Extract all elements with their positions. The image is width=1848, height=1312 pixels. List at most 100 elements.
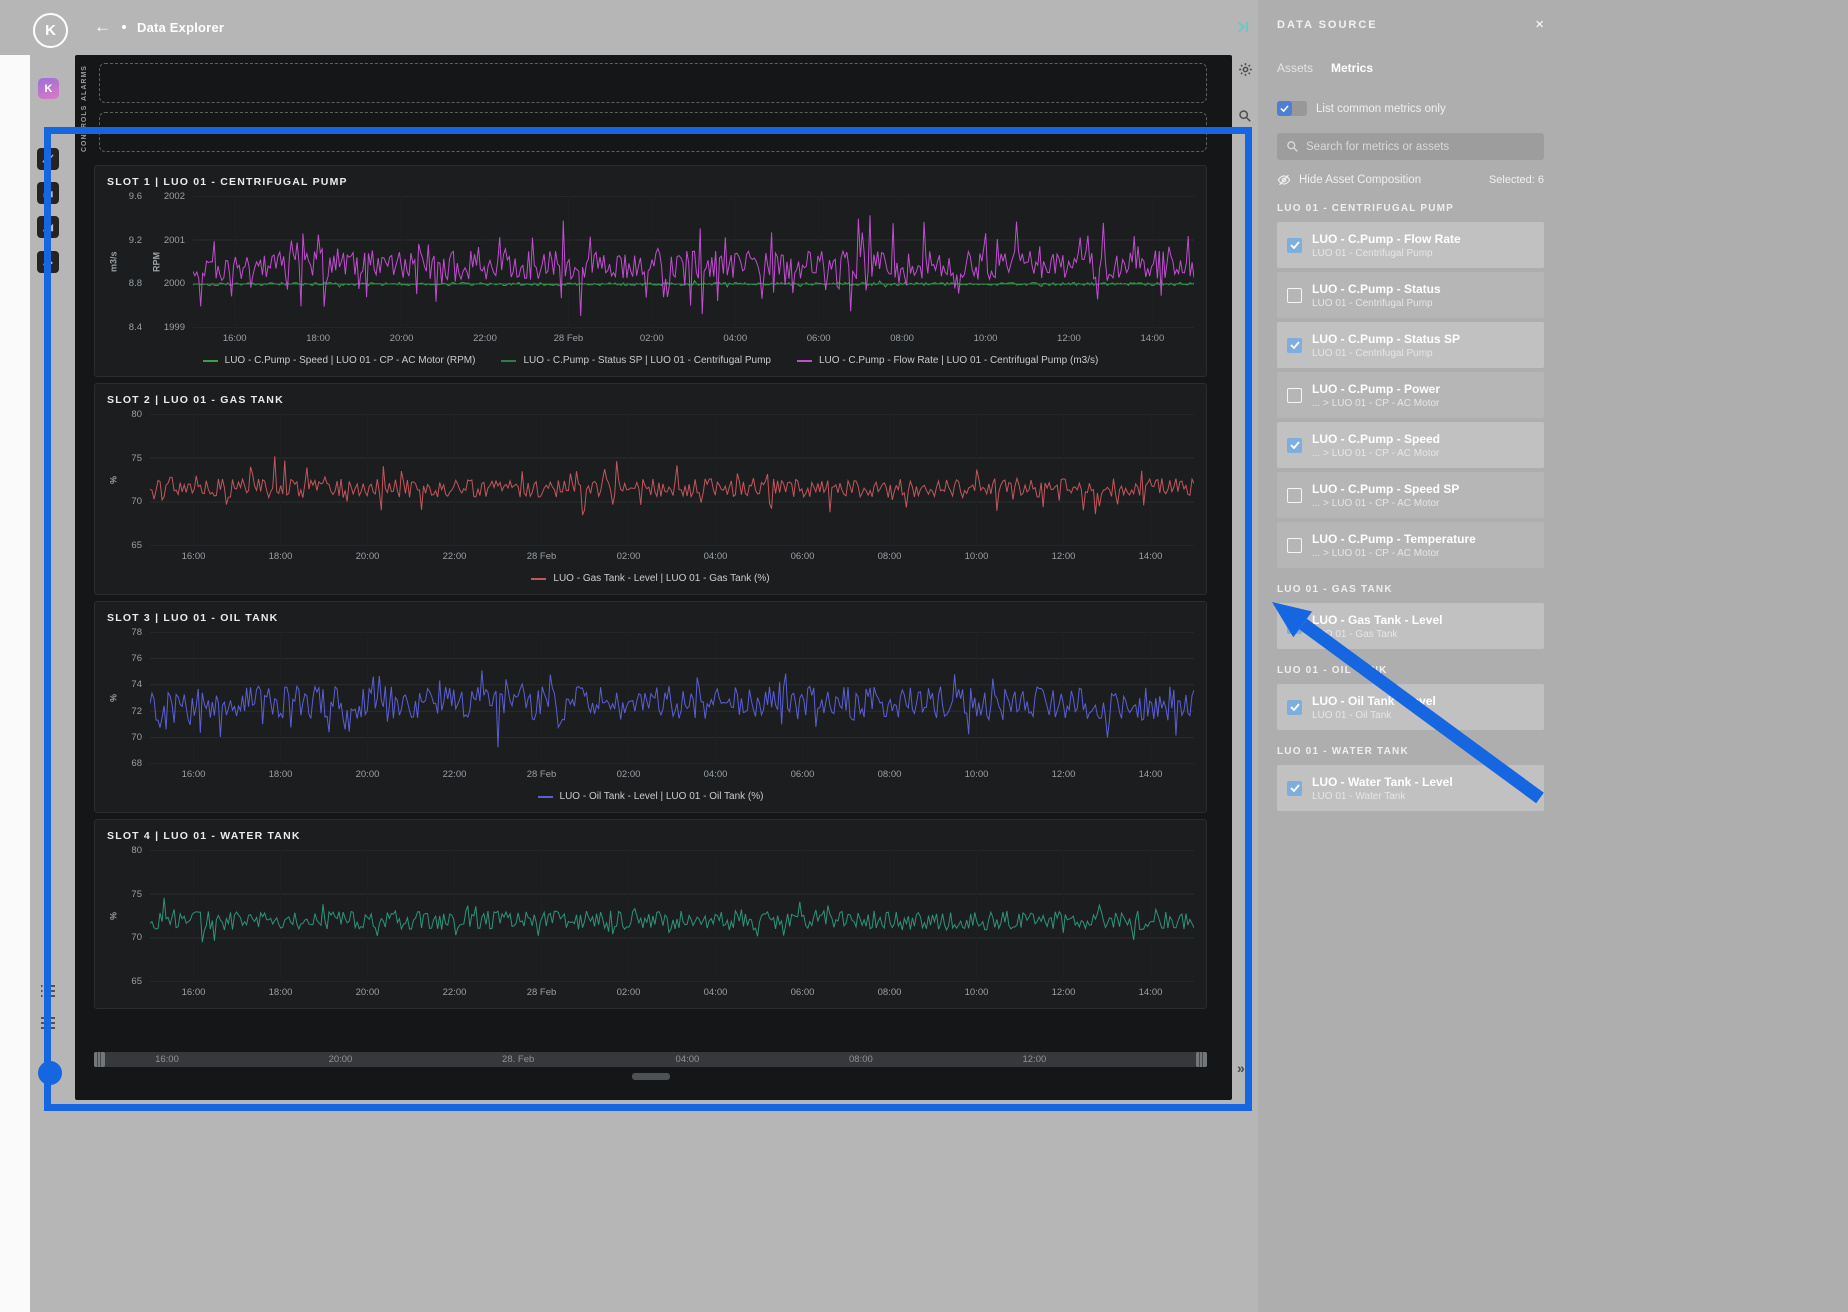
chart-type-scatter-icon[interactable] xyxy=(37,251,59,273)
y-axes: % 80 75 70 65 xyxy=(107,409,150,551)
check-icon xyxy=(1289,441,1300,449)
x-axis-tick: 08:00 xyxy=(877,551,902,562)
check-icon xyxy=(1289,784,1300,792)
legend-item[interactable]: LUO - Gas Tank - Level | LUO 01 - Gas Ta… xyxy=(531,573,770,584)
x-axis-tick: 14:00 xyxy=(1138,551,1163,562)
metric-checkbox[interactable] xyxy=(1287,387,1302,403)
metric-card[interactable]: LUO - C.Pump - Status LUO 01 - Centrifug… xyxy=(1277,272,1544,318)
timeline-handle-right[interactable] xyxy=(1196,1052,1207,1067)
metric-card[interactable]: LUO - C.Pump - Flow Rate LUO 01 - Centri… xyxy=(1277,222,1544,268)
metric-checkbox[interactable] xyxy=(1287,287,1302,303)
chart-slot: SLOT 3 | LUO 01 - OIL TANK % 78 76 74 72 70 6… xyxy=(94,601,1207,813)
chart-type-bar-icon[interactable] xyxy=(37,182,59,204)
x-axis-tick: 20:00 xyxy=(389,333,414,344)
axis-tick: 80 xyxy=(131,409,142,420)
metric-card[interactable]: LUO - C.Pump - Speed SP ... > LUO 01 - C… xyxy=(1277,472,1544,518)
legend-item[interactable]: LUO - C.Pump - Flow Rate | LUO 01 - Cent… xyxy=(796,355,1099,366)
common-metrics-toggle-row[interactable]: List common metrics only xyxy=(1277,101,1544,116)
close-icon[interactable]: × xyxy=(1535,17,1544,32)
chart-canvas[interactable] xyxy=(193,196,1194,328)
metric-card[interactable]: LUO - C.Pump - Speed ... > LUO 01 - CP -… xyxy=(1277,422,1544,468)
metric-title: LUO - C.Pump - Temperature xyxy=(1312,531,1476,546)
x-axis-tick: 20:00 xyxy=(355,769,380,780)
timeline-label: 04:00 xyxy=(675,1054,700,1065)
metric-group: LUO 01 - GAS TANK LUO - Gas Tank - Level… xyxy=(1277,584,1544,649)
chevrons-right-icon[interactable]: » xyxy=(1237,1060,1245,1076)
back-button[interactable]: ← xyxy=(94,17,111,37)
metric-card[interactable]: LUO - Gas Tank - Level LUO 01 - Gas Tank xyxy=(1277,603,1544,649)
alarms-dropzone[interactable] xyxy=(99,63,1207,103)
metric-checkbox[interactable] xyxy=(1287,487,1302,503)
list-icon[interactable] xyxy=(39,983,57,999)
legend-swatch xyxy=(531,577,547,580)
tab[interactable]: Assets xyxy=(1277,61,1313,75)
legend-swatch xyxy=(796,359,812,362)
chart-canvas[interactable] xyxy=(150,414,1194,546)
timeline-handle-left[interactable] xyxy=(94,1052,105,1067)
horizontal-scrollbar[interactable] xyxy=(94,1073,1207,1080)
axis-unit-label: m3/s xyxy=(108,251,119,273)
metric-card[interactable]: LUO - C.Pump - Status SP LUO 01 - Centri… xyxy=(1277,322,1544,368)
x-axis-tick: 16:00 xyxy=(222,333,247,344)
metric-checkbox[interactable] xyxy=(1287,337,1302,353)
metric-checkbox[interactable] xyxy=(1287,237,1302,253)
axis-tick: 2000 xyxy=(163,278,185,290)
slot-title: SLOT 2 | LUO 01 - GAS TANK xyxy=(107,394,284,406)
x-axis-tick: 02:00 xyxy=(616,769,641,780)
timeline-label: 28. Feb xyxy=(502,1054,535,1065)
axis-unit-label: % xyxy=(108,912,119,921)
timeline-label: 12:00 xyxy=(1022,1054,1047,1065)
chart-type-area-icon[interactable] xyxy=(37,216,59,238)
chart-canvas[interactable] xyxy=(150,850,1194,982)
metric-card[interactable]: LUO - C.Pump - Power ... > LUO 01 - CP -… xyxy=(1277,372,1544,418)
metric-card[interactable]: LUO - Oil Tank - Level LUO 01 - Oil Tank xyxy=(1277,684,1544,730)
metric-group: LUO 01 - OIL TANK LUO - Oil Tank - Level… xyxy=(1277,665,1544,730)
chart-type-line-icon[interactable] xyxy=(37,148,59,170)
metric-subtitle: ... > LUO 01 - CP - AC Motor xyxy=(1312,447,1440,459)
legend-label: LUO - C.Pump - Flow Rate | LUO 01 - Cent… xyxy=(818,355,1099,366)
legend-label: LUO - C.Pump - Status SP | LUO 01 - Cent… xyxy=(523,355,771,366)
legend-item[interactable]: LUO - C.Pump - Status SP | LUO 01 - Cent… xyxy=(501,355,771,366)
timeline-scrubber[interactable]: 16:00 20:00 28. Feb 04:00 08:00 12:00 xyxy=(94,1052,1207,1067)
timeline-label: 08:00 xyxy=(849,1054,873,1065)
toggle-switch[interactable] xyxy=(1277,101,1307,116)
selected-count: Selected: 6 xyxy=(1488,174,1544,186)
scrollbar-grip[interactable] xyxy=(631,1073,670,1080)
tab[interactable]: Metrics xyxy=(1331,61,1373,75)
group-header: LUO 01 - GAS TANK xyxy=(1277,584,1393,595)
metric-card[interactable]: LUO - C.Pump - Temperature ... > LUO 01 … xyxy=(1277,522,1544,568)
search-button[interactable] xyxy=(1236,107,1254,125)
y-axis: RPM 2002 2001 2000 1999 xyxy=(150,191,193,333)
search-icon xyxy=(1287,141,1298,152)
metric-checkbox[interactable] xyxy=(1287,537,1302,553)
axis-tick: 70 xyxy=(131,731,142,743)
x-axis-tick: 04:00 xyxy=(723,333,748,344)
axis-tick: 9.2 xyxy=(128,234,142,246)
metric-checkbox[interactable] xyxy=(1287,699,1302,715)
chart-canvas[interactable] xyxy=(150,632,1194,764)
metric-checkbox[interactable] xyxy=(1287,780,1302,796)
metric-card[interactable]: LUO - Water Tank - Level LUO 01 - Water … xyxy=(1277,765,1544,811)
y-axis: m3/s 9.6 9.2 8.8 8.4 xyxy=(107,191,150,333)
axis-tick: 65 xyxy=(131,975,142,987)
axis-tick: 2001 xyxy=(163,234,185,246)
search-box[interactable] xyxy=(1277,133,1544,160)
controls-dropzone[interactable] xyxy=(99,112,1207,152)
metric-checkbox[interactable] xyxy=(1287,618,1302,634)
legend-item[interactable]: LUO - C.Pump - Speed | LUO 01 - CP - AC … xyxy=(202,355,475,366)
legend-item[interactable]: LUO - Oil Tank - Level | LUO 01 - Oil Ta… xyxy=(537,791,763,802)
metric-checkbox[interactable] xyxy=(1287,437,1302,453)
user-avatar[interactable]: K xyxy=(38,78,59,99)
x-axis-tick: 02:00 xyxy=(616,987,641,998)
axis-unit-label: % xyxy=(108,476,119,485)
metric-title: LUO - C.Pump - Status xyxy=(1312,281,1441,296)
x-axis-tick: 22:00 xyxy=(442,551,467,562)
menu-icon[interactable] xyxy=(39,1015,57,1031)
settings-button[interactable] xyxy=(1236,60,1254,78)
search-input[interactable] xyxy=(1306,140,1535,153)
axis-unit-label: % xyxy=(108,694,119,703)
x-axis-tick: 08:00 xyxy=(877,987,902,998)
collapse-panel-icon[interactable] xyxy=(1236,19,1254,37)
hide-asset-composition-row[interactable]: Hide Asset Composition Selected: 6 xyxy=(1277,173,1544,187)
chart-workspace: ALARMS CONTROLS SLOT 1 | LUO 01 - CENTRI… xyxy=(75,55,1232,1100)
